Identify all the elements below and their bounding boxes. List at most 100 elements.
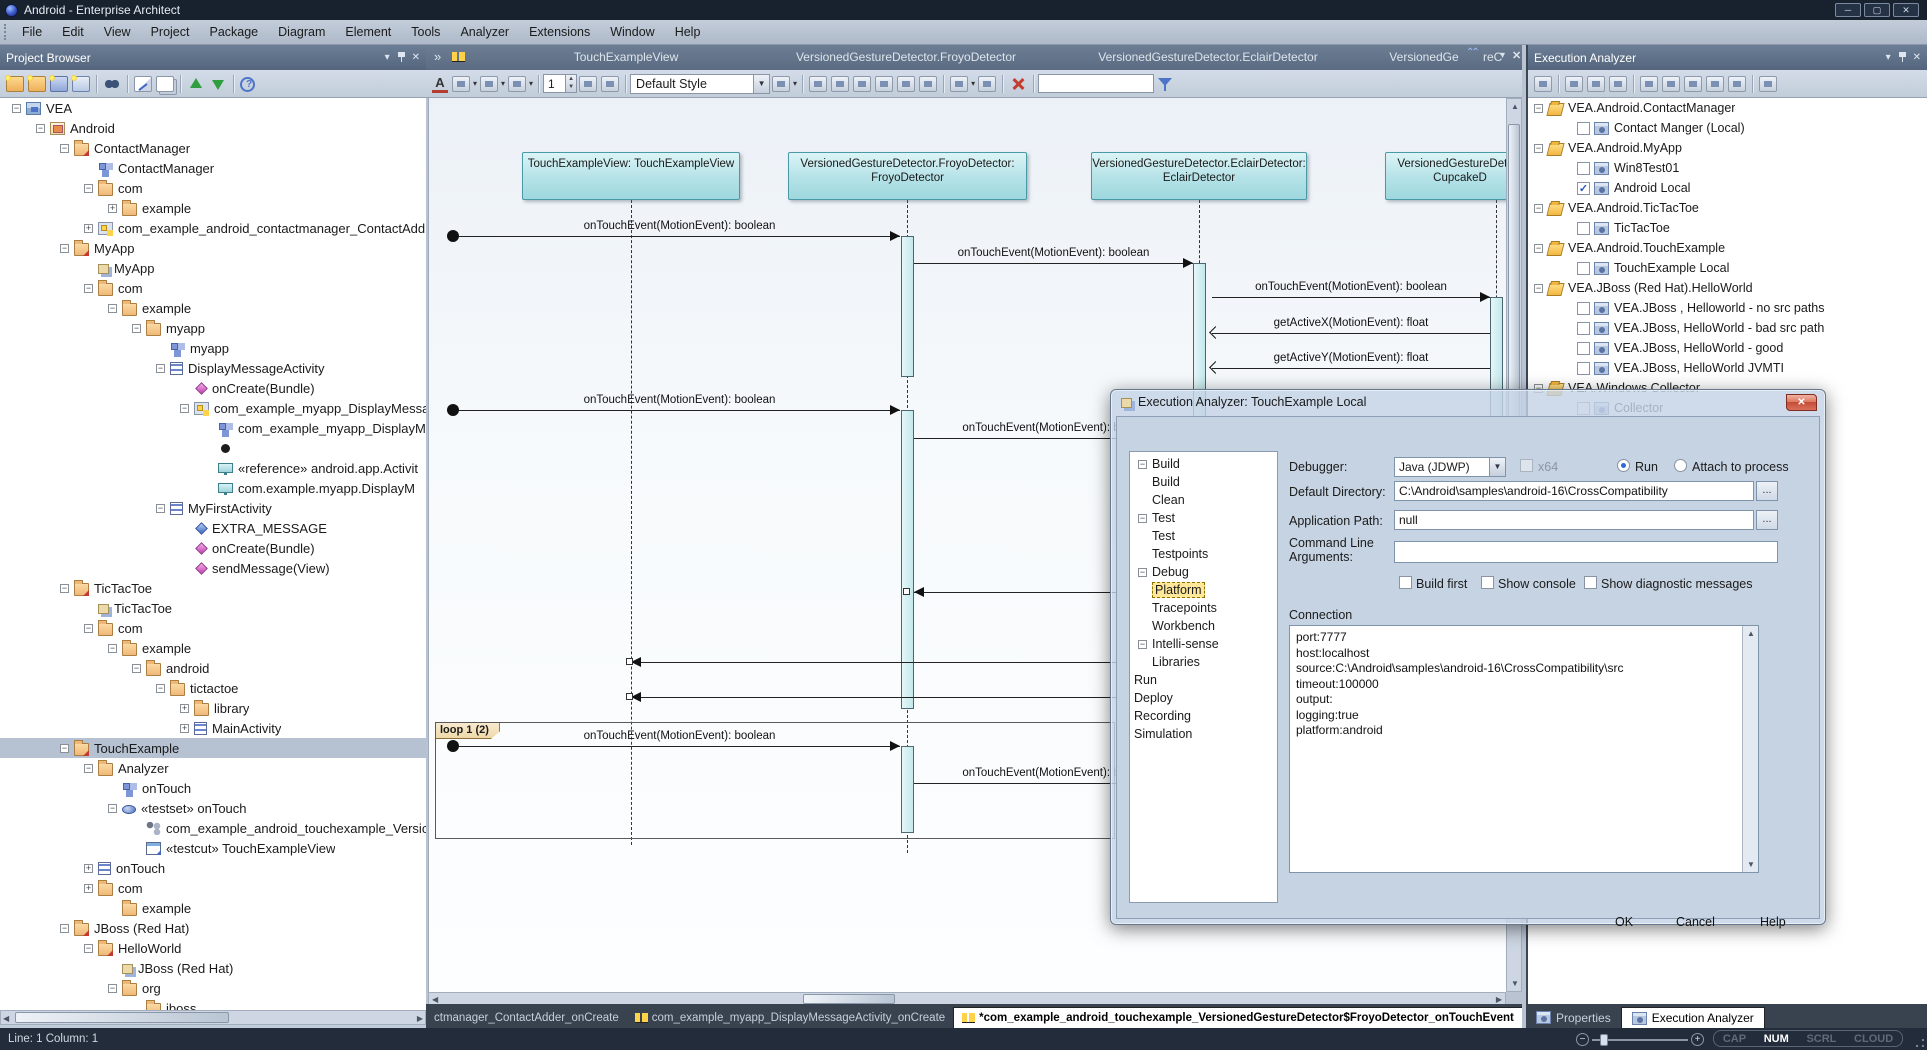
dialog-tree-item[interactable]: Run	[1130, 671, 1277, 689]
activation-bar[interactable]	[901, 410, 914, 709]
expander[interactable]: −	[84, 764, 93, 773]
tree-item[interactable]: +library	[0, 698, 426, 718]
expander[interactable]: −	[1138, 568, 1147, 577]
diagram-filter-input[interactable]	[1038, 74, 1154, 93]
tree-item[interactable]: +example	[0, 198, 426, 218]
sequence-message[interactable]	[459, 746, 900, 747]
expander[interactable]: −	[60, 244, 69, 253]
edit-dropdown-icon[interactable]	[134, 76, 152, 92]
tree-item[interactable]: onCreate(Bundle)	[0, 538, 426, 558]
expander[interactable]: −	[108, 644, 117, 653]
sequence-message[interactable]	[631, 662, 1181, 663]
tree-item[interactable]: −MyFirstActivity	[0, 498, 426, 518]
align-left-button[interactable]	[809, 76, 827, 92]
sequence-message[interactable]	[459, 236, 900, 237]
analyzer-script-item[interactable]: VEA.JBoss, HelloWorld - good	[1528, 338, 1927, 358]
help-icon[interactable]	[1759, 76, 1777, 92]
tree-item[interactable]: onCreate(Bundle)	[0, 378, 426, 398]
analyzer-script-item[interactable]: −VEA.Android.TouchExample	[1528, 238, 1927, 258]
menu-file[interactable]: File	[12, 20, 52, 45]
tree-item[interactable]: myapp	[0, 338, 426, 358]
dialog-close-button[interactable]: ✕	[1786, 394, 1817, 411]
menu-edit[interactable]: Edit	[52, 20, 94, 45]
project-browser-hscrollbar[interactable]: ◀ ▶	[0, 1010, 426, 1025]
script-checkbox[interactable]	[1577, 342, 1590, 355]
script-checkbox[interactable]: ✓	[1577, 182, 1590, 195]
tab-overflow-icon[interactable]: »	[434, 49, 441, 64]
menu-view[interactable]: View	[94, 20, 141, 45]
selection-handle[interactable]	[903, 588, 910, 595]
chevron-down-icon[interactable]: ▼	[1489, 458, 1505, 476]
ok-button[interactable]: OK	[1609, 913, 1639, 931]
sequence-message[interactable]	[459, 410, 900, 411]
align-top-button[interactable]	[853, 76, 871, 92]
expander[interactable]: −	[108, 304, 117, 313]
tree-item[interactable]: −DisplayMessageActivity	[0, 358, 426, 378]
script-checkbox[interactable]	[1577, 362, 1590, 375]
tree-item[interactable]: −com	[0, 278, 426, 298]
expander[interactable]: −	[84, 184, 93, 193]
tree-item[interactable]: −com	[0, 178, 426, 198]
dialog-tree-item[interactable]: Deploy	[1130, 689, 1277, 707]
menu-element[interactable]: Element	[335, 20, 401, 45]
application-path-field[interactable]	[1394, 510, 1754, 530]
cancel-button[interactable]: Cancel	[1670, 913, 1721, 931]
scroll-down-icon[interactable]: ▼	[1747, 860, 1755, 869]
analyzer-script-item[interactable]: −VEA.JBoss (Red Hat).HelloWorld	[1528, 278, 1927, 298]
tree-item[interactable]: +onTouch	[0, 858, 426, 878]
expander[interactable]: +	[180, 704, 189, 713]
tree-item[interactable]: −Analyzer	[0, 758, 426, 778]
tree-item[interactable]: −«testset» onTouch	[0, 798, 426, 818]
dialog-tree-item[interactable]: Build	[1130, 473, 1277, 491]
filter-funnel-icon[interactable]	[1156, 76, 1174, 92]
expander[interactable]: +	[108, 204, 117, 213]
record-icon[interactable]	[1609, 76, 1627, 92]
zoom-out-icon[interactable]: −	[1576, 1033, 1589, 1046]
close-button[interactable]: ✕	[1893, 3, 1919, 17]
tree-item[interactable]	[0, 438, 426, 458]
expander[interactable]: −	[1534, 244, 1543, 253]
tree-item[interactable]: −VEA	[0, 98, 426, 118]
dialog-tree-item[interactable]: Libraries	[1130, 653, 1277, 671]
sequence-message[interactable]	[631, 697, 1181, 698]
stopwatch-icon[interactable]	[1684, 76, 1702, 92]
lifeline-head[interactable]: VersionedGestureDetector.EclairDetector:…	[1091, 152, 1307, 200]
zoom-thumb[interactable]	[1600, 1034, 1608, 1046]
find-in-browser-icon[interactable]	[103, 76, 121, 92]
scroll-up-icon[interactable]: ▲	[1747, 629, 1755, 638]
menu-diagram[interactable]: Diagram	[268, 20, 335, 45]
tree-item[interactable]: −TicTacToe	[0, 578, 426, 598]
sequence-message[interactable]	[1212, 333, 1490, 334]
new-element-icon[interactable]	[72, 76, 90, 92]
tree-item[interactable]: com.example.myapp.DisplayM	[0, 478, 426, 498]
analyzer-script-item[interactable]: VEA.JBoss, HelloWorld JVMTI	[1528, 358, 1927, 378]
tab-list-dropdown-icon[interactable]: ▾	[1500, 50, 1505, 61]
duplicate-dropdown-icon[interactable]	[156, 76, 174, 92]
stepper-arrows-icon[interactable]: ▲▼	[565, 75, 576, 92]
tree-item[interactable]: ContactManager	[0, 158, 426, 178]
expander[interactable]: −	[1138, 640, 1147, 649]
tree-item[interactable]: com_example_android_touchexample_Versic	[0, 818, 426, 838]
menu-analyzer[interactable]: Analyzer	[450, 20, 519, 45]
sequence-message[interactable]	[914, 263, 1193, 264]
tree-item[interactable]: −JBoss (Red Hat)	[0, 918, 426, 938]
stack-icon[interactable]	[1728, 76, 1746, 92]
line-width-stepper[interactable]: 1 ▲▼	[543, 74, 577, 93]
selection-handle[interactable]	[626, 658, 633, 665]
text-color-button[interactable]	[452, 76, 470, 92]
file-tab[interactable]: ctmanager_ContactAdder_onCreate	[426, 1007, 627, 1028]
run-radio[interactable]	[1617, 459, 1630, 472]
tree-item[interactable]: +com_example_android_contactmanager_Cont…	[0, 218, 426, 238]
dialog-tree-item[interactable]: Workbench	[1130, 617, 1277, 635]
apply-style-button[interactable]	[772, 76, 790, 92]
analyzer-script-item[interactable]: −VEA.Android.MyApp	[1528, 138, 1927, 158]
connection-scrollbar[interactable]: ▲ ▼	[1742, 626, 1758, 872]
close-icon[interactable]: ✕	[412, 52, 420, 63]
zoom-in-icon[interactable]: +	[1691, 1033, 1704, 1046]
expander[interactable]: −	[1534, 144, 1543, 153]
scroll-right-icon[interactable]: ▶	[417, 1014, 423, 1023]
help-icon[interactable]	[240, 77, 255, 92]
tree-item[interactable]: «reference» android.app.Activit	[0, 458, 426, 478]
script-checkbox[interactable]	[1577, 222, 1590, 235]
dialog-tree-item[interactable]: −Test	[1130, 509, 1277, 527]
